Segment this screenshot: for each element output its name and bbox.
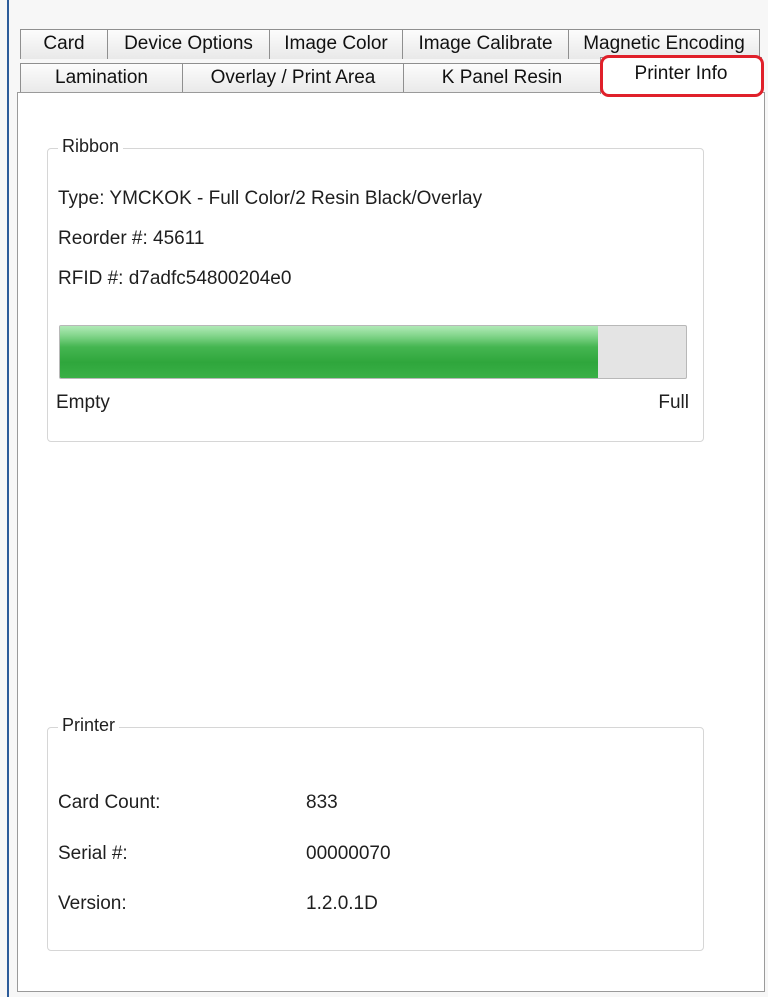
- window-edge: [7, 0, 9, 997]
- version-value: 1.2.0.1D: [306, 893, 378, 914]
- printer-group-title: Printer: [58, 715, 120, 736]
- tab-image-color[interactable]: Image Color: [269, 29, 403, 59]
- card-count-value: 833: [306, 792, 338, 813]
- ribbon-type: Type: YMCKOK - Full Color/2 Resin Black/…: [58, 188, 483, 209]
- printer-info-panel: Ribbon Type: YMCKOK - Full Color/2 Resin…: [17, 92, 765, 992]
- ribbon-reorder-number: Reorder #: 45611: [58, 228, 205, 249]
- selected-tab-highlight: [600, 55, 764, 97]
- ribbon-group-title: Ribbon: [58, 136, 124, 157]
- ribbon-rfid-number: RFID #: d7adfc54800204e0: [58, 268, 292, 289]
- tab-k-panel-resin[interactable]: K Panel Resin: [403, 63, 601, 93]
- printer-group: Printer Card Count: 833 Serial #: 000000…: [47, 715, 704, 951]
- version-label: Version:: [58, 893, 127, 914]
- tab-device-options[interactable]: Device Options: [107, 29, 270, 59]
- ribbon-empty-label: Empty: [56, 392, 110, 413]
- tab-image-calibrate[interactable]: Image Calibrate: [402, 29, 569, 59]
- ribbon-full-label: Full: [658, 392, 689, 413]
- tab-overlay-print-area[interactable]: Overlay / Print Area: [182, 63, 404, 93]
- ribbon-level-gloss: [60, 326, 599, 347]
- tab-lamination[interactable]: Lamination: [20, 63, 183, 93]
- ribbon-level-fill: [60, 326, 599, 378]
- ribbon-level-bar: [59, 325, 687, 379]
- serial-number-value: 00000070: [306, 843, 391, 864]
- tab-card[interactable]: Card: [20, 29, 108, 59]
- ribbon-group: Ribbon Type: YMCKOK - Full Color/2 Resin…: [47, 136, 704, 442]
- card-count-label: Card Count:: [58, 792, 161, 813]
- serial-number-label: Serial #:: [58, 843, 128, 864]
